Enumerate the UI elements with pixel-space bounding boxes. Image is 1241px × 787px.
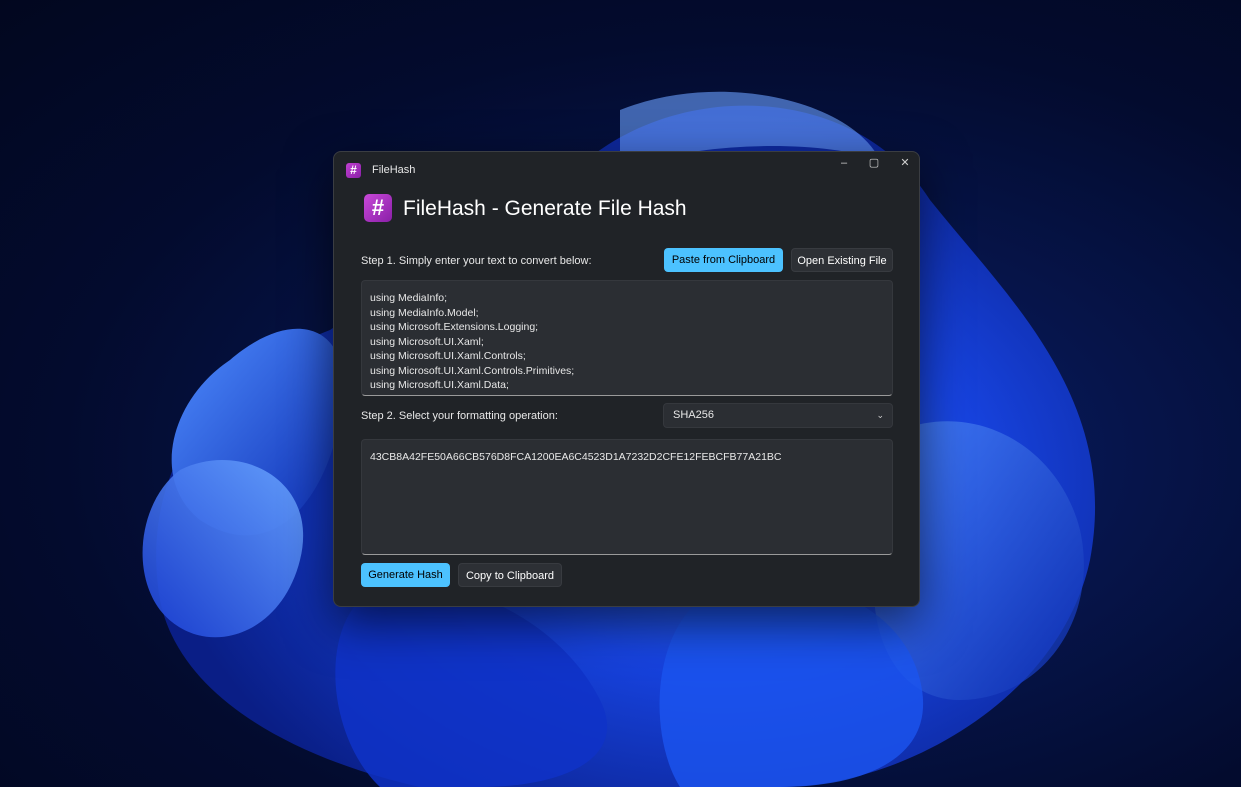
close-icon[interactable]: ✕: [890, 152, 920, 174]
step2-label: Step 2. Select your formatting operation…: [361, 410, 558, 422]
paste-from-clipboard-button[interactable]: Paste from Clipboard: [664, 248, 783, 272]
window-title: FileHash: [372, 164, 416, 176]
filehash-window: # FileHash – ▢ ✕ # FileHash - Generate F…: [333, 151, 920, 607]
copy-to-clipboard-button[interactable]: Copy to Clipboard: [458, 563, 562, 587]
minimize-icon[interactable]: –: [829, 152, 859, 174]
generate-hash-button[interactable]: Generate Hash: [361, 563, 450, 587]
open-existing-file-button[interactable]: Open Existing File: [791, 248, 893, 272]
input-text-area[interactable]: using MediaInfo; using MediaInfo.Model; …: [361, 280, 893, 396]
app-hash-icon: #: [346, 163, 361, 178]
hash-output-area[interactable]: 43CB8A42FE50A66CB576D8FCA1200EA6C4523D1A…: [361, 439, 893, 555]
title-bar[interactable]: # FileHash – ▢ ✕: [334, 152, 919, 190]
operation-selected-value: SHA256: [673, 409, 714, 421]
chevron-down-icon: ⌄: [876, 410, 884, 420]
operation-select[interactable]: SHA256 ⌄: [663, 403, 893, 428]
step1-label: Step 1. Simply enter your text to conver…: [361, 255, 592, 267]
header-hash-icon: #: [364, 194, 392, 222]
maximize-icon[interactable]: ▢: [859, 152, 889, 174]
page-title: FileHash - Generate File Hash: [403, 197, 687, 220]
desktop: # FileHash – ▢ ✕ # FileHash - Generate F…: [0, 0, 1241, 787]
